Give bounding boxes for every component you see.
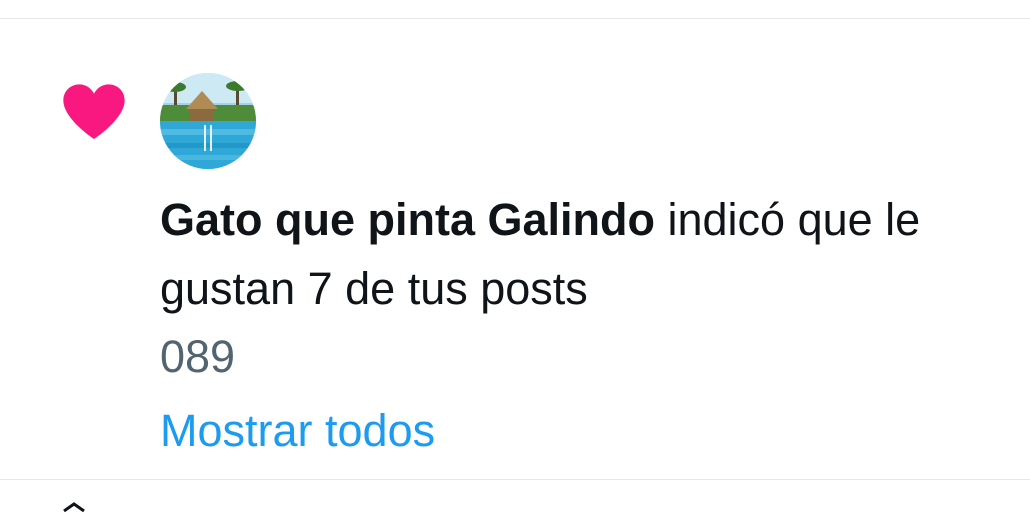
- like-notification[interactable]: Gato que pinta Galindo indicó que le gus…: [0, 19, 1030, 479]
- next-notification-icon: [63, 502, 85, 512]
- notification-message: Gato que pinta Galindo indicó que le gus…: [160, 185, 1020, 323]
- show-all-link[interactable]: Mostrar todos: [160, 396, 435, 465]
- heart-icon: [63, 84, 125, 139]
- post-excerpt: 089: [160, 331, 236, 382]
- avatar-image: [160, 73, 256, 169]
- actor-name[interactable]: Gato que pinta Galindo: [160, 194, 655, 245]
- next-notification-partial: [0, 480, 1030, 512]
- avatar[interactable]: [160, 73, 256, 169]
